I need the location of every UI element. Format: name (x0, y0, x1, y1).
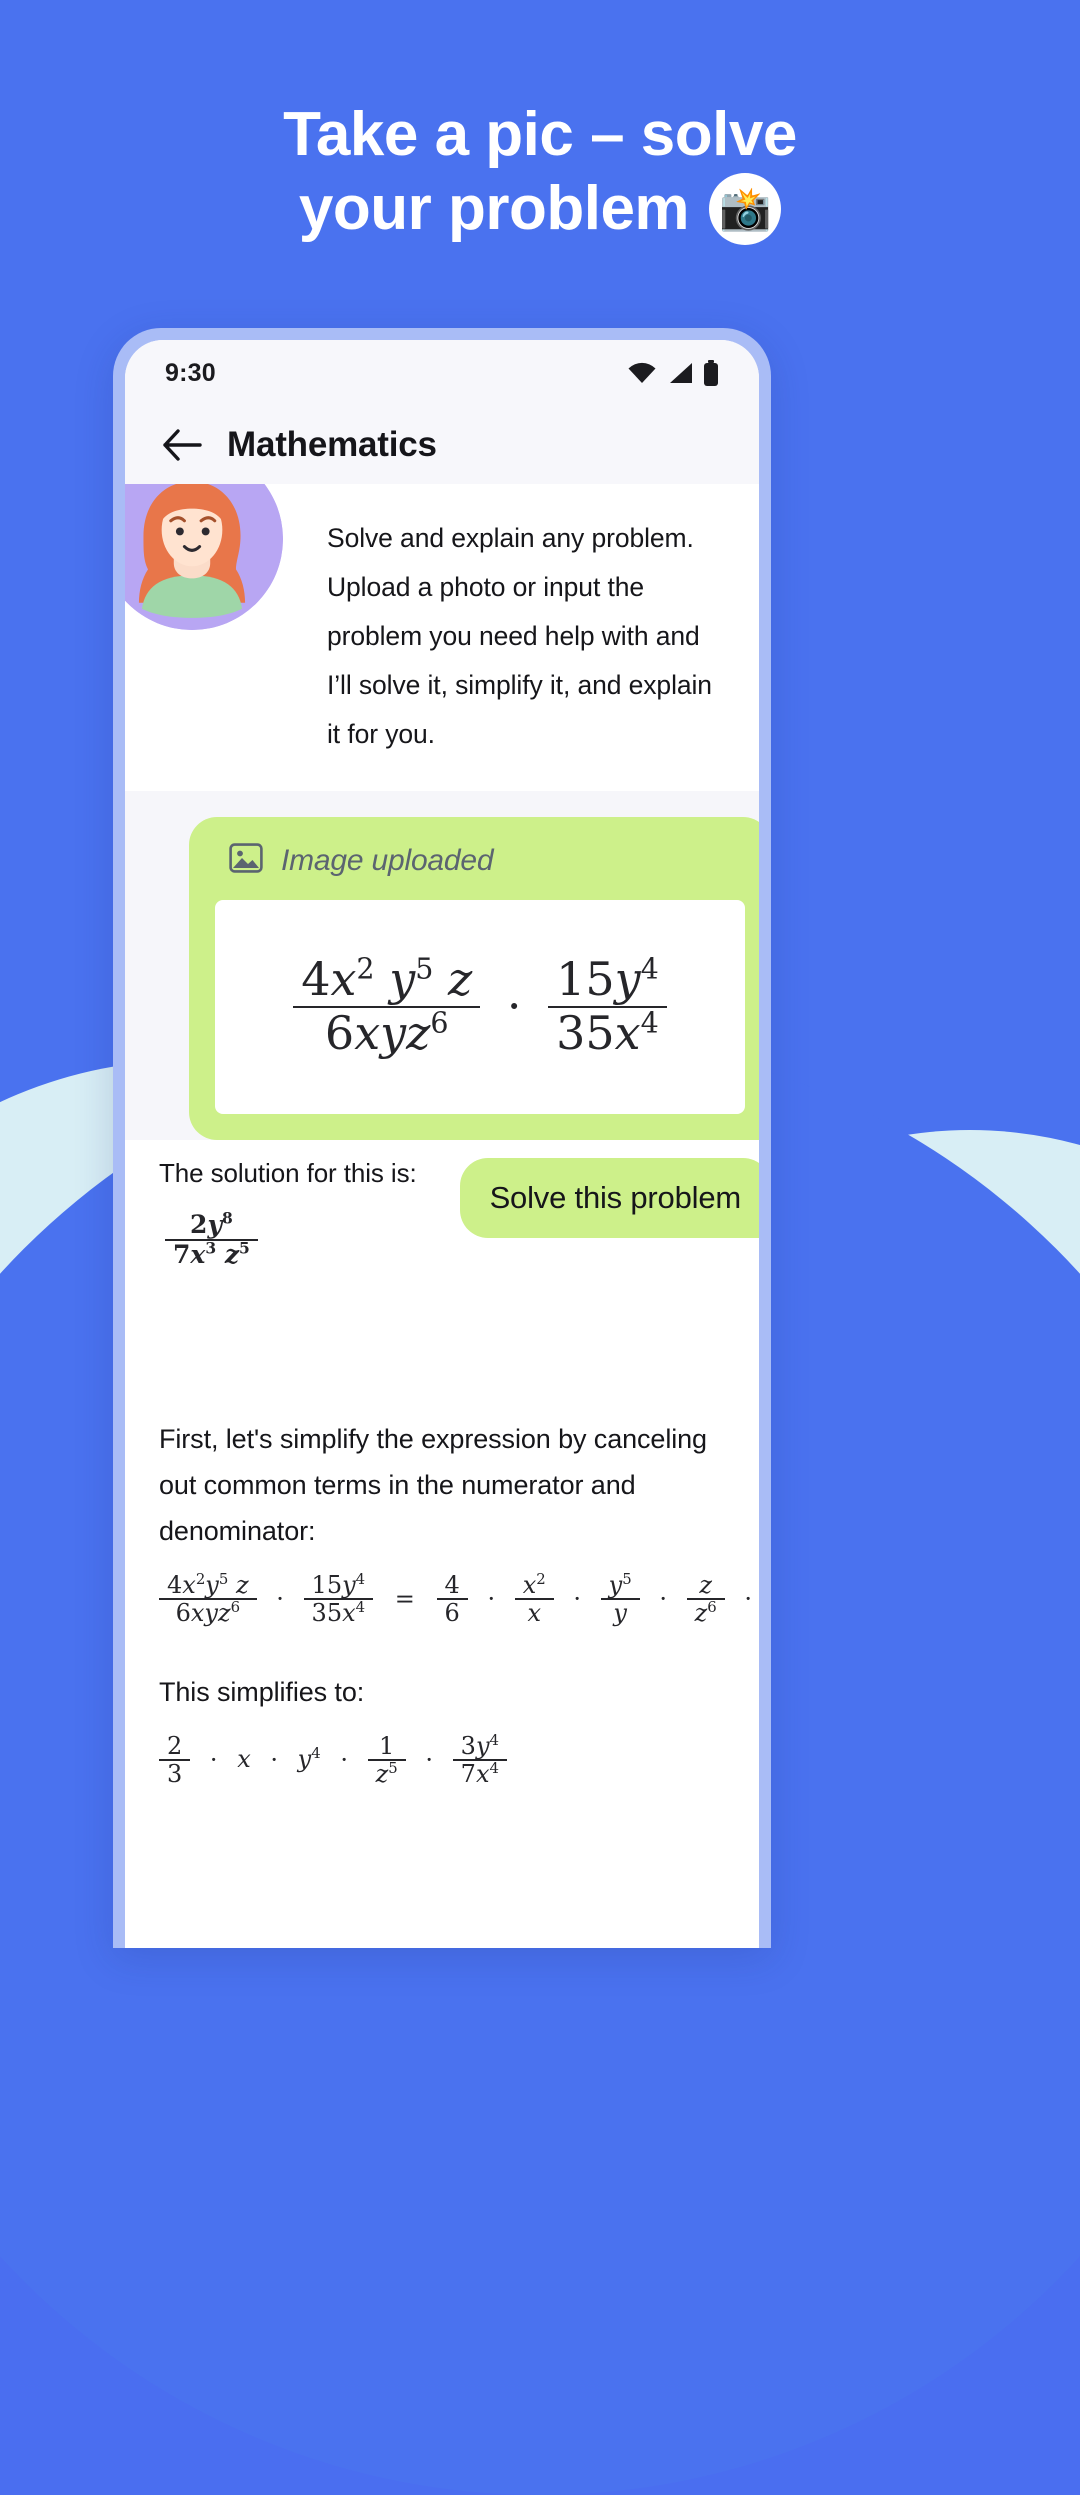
status-bar: 9:30 (125, 340, 759, 406)
assistant-intro-text: Solve and explain any problem. Upload a … (327, 523, 712, 749)
back-arrow-icon[interactable] (161, 424, 203, 466)
uploaded-label: Image uploaded (281, 843, 494, 877)
avatar (125, 484, 283, 630)
status-time: 9:30 (165, 358, 216, 387)
phone-screen: 9:30 Mathematics Solve and explain any p… (125, 340, 759, 1948)
uploaded-bubble-row: Image uploaded 4x2 y5 z 6xyz6 · 15y4 35x… (125, 817, 759, 1140)
problem-formula: 4x2 y5 z 6xyz6 · 15y4 35x4 (293, 954, 667, 1059)
chat-gap (125, 791, 759, 817)
answer-lead-text: The solution for this is: (159, 1158, 417, 1188)
uploaded-image-bubble[interactable]: Image uploaded 4x2 y5 z 6xyz6 · 15y4 35x… (189, 817, 759, 1140)
uploaded-image-preview[interactable]: 4x2 y5 z 6xyz6 · 15y4 35x4 (215, 900, 745, 1114)
explanation-paragraph-2: This simplifies to: (159, 1676, 365, 1707)
status-icons (627, 360, 719, 386)
headline-line-2: your problem (298, 174, 690, 243)
phone-mockup: 9:30 Mathematics Solve and explain any p… (113, 328, 771, 1948)
camera-icon: 📸 (709, 173, 782, 245)
promo-headline: Take a pic – solve your problem 📸 (0, 98, 1080, 246)
explanation-paragraph-1: First, let's simplify the expression by … (159, 1424, 707, 1546)
page-title: Mathematics (227, 425, 437, 464)
battery-icon (703, 360, 719, 386)
headline-line-1: Take a pic – solve (283, 100, 797, 169)
chat-scroll-area[interactable]: Solve and explain any problem. Upload a … (125, 484, 759, 1948)
headline-line-2-row: your problem 📸 (298, 172, 782, 246)
uploaded-header: Image uploaded (229, 843, 745, 878)
image-icon (229, 843, 263, 878)
step-2-formula: 23 · x · y4 · 1 z5 · 3y4 7x4 (159, 1732, 507, 1788)
app-bar: Mathematics (125, 406, 759, 484)
answer-lead-block: The solution for this is: 2y8 7x3 z5 (125, 1158, 759, 1268)
signal-icon (666, 361, 694, 385)
explanation-step-1: 4x2y5 z 6xyz6 · 15y4 35x4 = 46 · x2x · (125, 1572, 759, 1627)
assistant-intro-message: Solve and explain any problem. Upload a … (125, 484, 759, 791)
explanation-step-2: 23 · x · y4 · 1 z5 · 3y4 7x4 (125, 1732, 759, 1788)
answer-section: Solve this problem The solution for this… (125, 1140, 759, 1788)
step-1-formula: 4x2y5 z 6xyz6 · 15y4 35x4 = 46 · x2x · (159, 1572, 759, 1627)
wifi-icon (627, 362, 657, 384)
answer-result-formula: 2y8 7x3 z5 (165, 1210, 725, 1268)
